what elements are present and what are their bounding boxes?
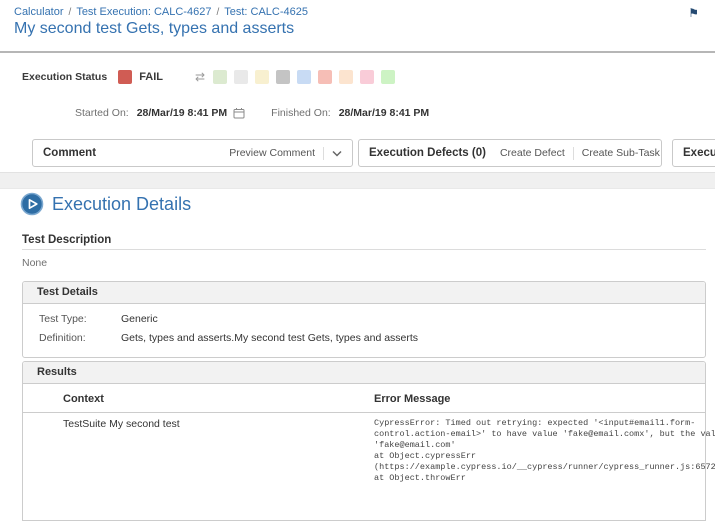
test-description-value: None <box>22 257 47 269</box>
definition-value: Gets, types and asserts.My second test G… <box>121 332 418 344</box>
result-error-message: CypressError: Timed out retrying: expect… <box>374 418 715 484</box>
breadcrumb-link-project[interactable]: Calculator <box>14 6 64 18</box>
status-option-swatch[interactable] <box>255 70 269 84</box>
action-separator <box>323 147 324 160</box>
status-option-swatch[interactable] <box>234 70 248 84</box>
status-option-swatch[interactable] <box>360 70 374 84</box>
breadcrumb-separator: / <box>69 7 72 18</box>
status-option-swatch[interactable] <box>276 70 290 84</box>
page-title: My second test Gets, types and asserts <box>14 20 294 38</box>
test-description-label: Test Description <box>22 234 111 246</box>
breadcrumb-link-test-execution[interactable]: Test Execution: CALC-4627 <box>76 6 211 18</box>
status-option-swatch[interactable] <box>318 70 332 84</box>
test-description-divider <box>22 249 706 250</box>
comment-panel-title: Comment <box>43 147 96 159</box>
status-option-swatch[interactable] <box>213 70 227 84</box>
comment-panel: Comment Preview Comment <box>32 139 353 167</box>
breadcrumb-link-test[interactable]: Test: CALC-4625 <box>224 6 308 18</box>
started-on-label: Started On: <box>75 107 129 119</box>
execution-defects-panel: Execution Defects (0) Create Defect Crea… <box>358 139 662 167</box>
started-on-value[interactable]: 28/Mar/19 8:41 PM <box>137 107 227 119</box>
change-status-arrows-icon[interactable]: ⇄ <box>195 70 205 84</box>
results-table-row: TestSuite My second test CypressError: T… <box>23 413 705 484</box>
action-separator <box>573 147 574 160</box>
status-color-chip <box>118 70 132 84</box>
test-type-value: Generic <box>121 313 158 325</box>
execution-status-row: Execution Status FAIL ⇄ <box>22 70 402 84</box>
finished-on-value[interactable]: 28/Mar/19 8:41 PM <box>339 107 429 119</box>
section-divider <box>0 172 715 189</box>
context-column-header: Context <box>23 393 374 405</box>
status-option-swatch[interactable] <box>297 70 311 84</box>
execution-details-title: Execution Details <box>52 194 191 215</box>
dates-row: Started On: 28/Mar/19 8:41 PM Finished O… <box>75 107 429 119</box>
test-type-label: Test Type: <box>39 313 121 325</box>
status-option-swatch[interactable] <box>339 70 353 84</box>
breadcrumb-separator: / <box>216 7 219 18</box>
results-box: Results Context Error Message TestSuite … <box>22 361 706 521</box>
play-circle-icon <box>20 192 44 216</box>
test-details-box-title: Test Details <box>23 282 705 304</box>
status-options <box>213 70 402 84</box>
create-defect-button[interactable]: Create Defect <box>500 147 565 159</box>
create-sub-task-button[interactable]: Create Sub-Task <box>582 147 660 159</box>
test-type-row: Test Type: Generic <box>23 310 705 329</box>
calendar-icon[interactable] <box>233 107 245 119</box>
execution-status-label: Execution Status <box>22 71 107 83</box>
results-table-header: Context Error Message <box>23 393 705 413</box>
preview-comment-button[interactable]: Preview Comment <box>229 147 315 159</box>
execution-evidence-panel-title: Execution Evidence <box>683 147 715 159</box>
execution-defects-panel-title: Execution Defects (0) <box>369 147 486 159</box>
definition-label: Definition: <box>39 332 121 344</box>
results-box-title: Results <box>23 362 705 384</box>
finished-on-label: Finished On: <box>271 107 331 119</box>
error-message-column-header: Error Message <box>374 393 705 405</box>
chevron-down-icon[interactable] <box>332 150 342 157</box>
execution-status-value: FAIL <box>139 71 163 83</box>
test-details-box: Test Details Test Type: Generic Definiti… <box>22 281 706 358</box>
breadcrumb: Calculator / Test Execution: CALC-4627 / Tes… <box>14 6 308 18</box>
result-context-value: TestSuite My second test <box>23 418 374 430</box>
definition-row: Definition: Gets, types and asserts.My s… <box>23 329 705 348</box>
flag-icon[interactable]: ⚑ <box>688 6 699 20</box>
status-option-swatch[interactable] <box>381 70 395 84</box>
execution-details-header: Execution Details <box>20 192 191 216</box>
page-header: Calculator / Test Execution: CALC-4627 / Tes… <box>0 0 715 53</box>
execution-evidence-panel: Execution Evidence <box>672 139 715 167</box>
